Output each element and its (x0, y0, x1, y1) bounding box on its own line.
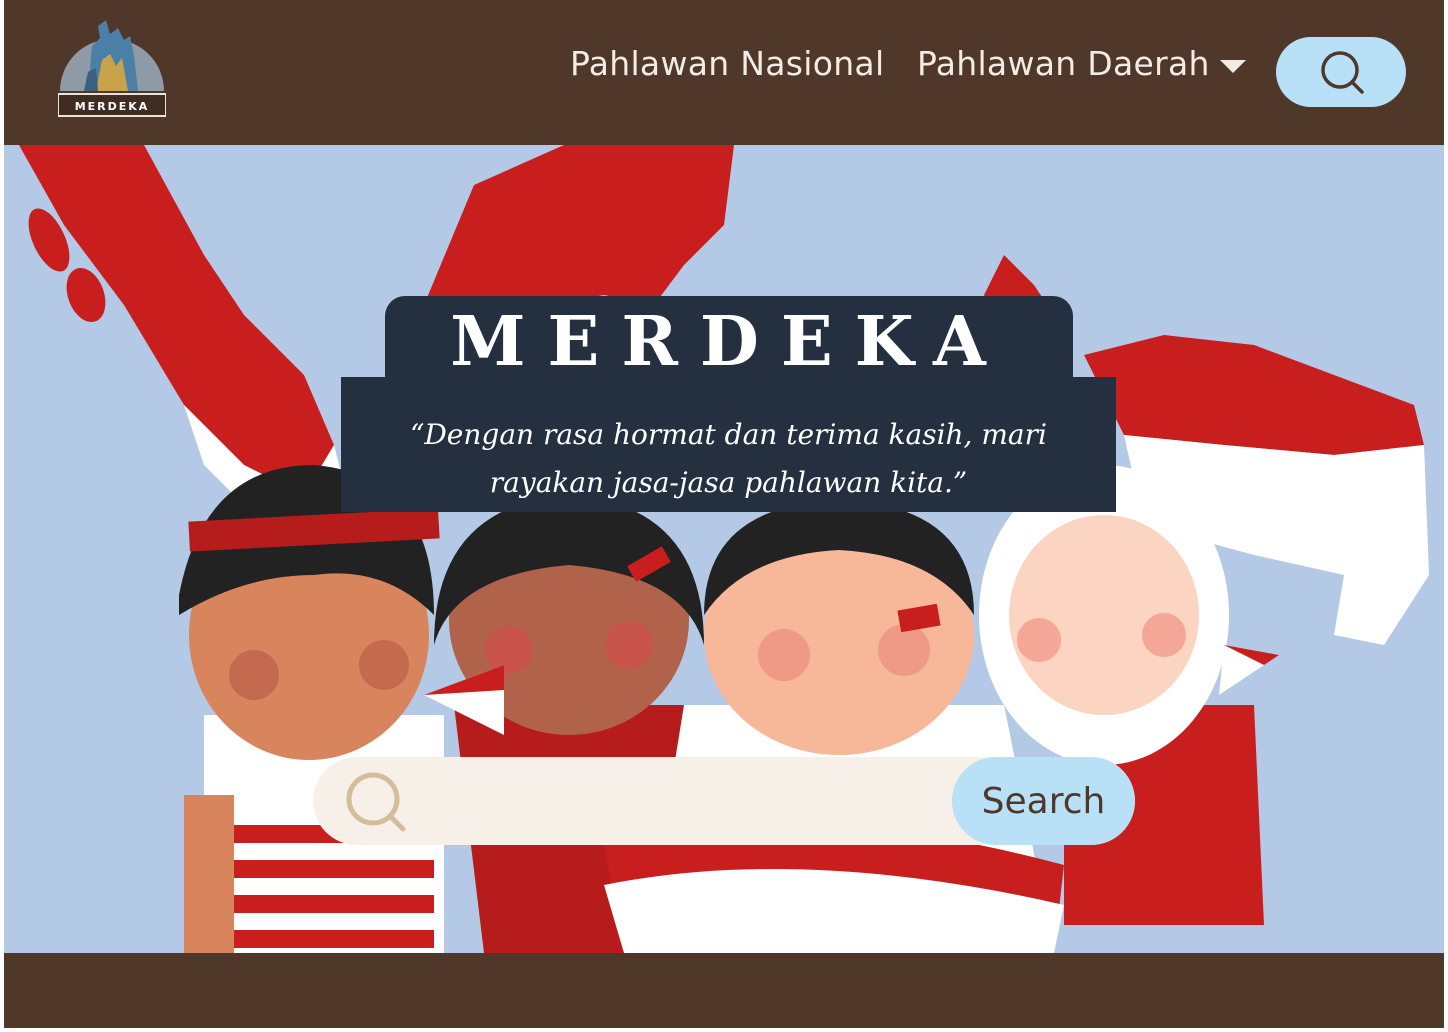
hero-section: MERDEKA “Dengan rasa hormat dan terima k… (4, 145, 1444, 953)
hero-quote-box: “Dengan rasa hormat dan terima kasih, ma… (341, 377, 1116, 512)
nav-search-button[interactable] (1276, 37, 1406, 107)
app-frame: MERDEKA Pahlawan Nasional Pahlawan Daera… (4, 0, 1444, 1028)
search-icon (346, 772, 406, 832)
search-icon (1321, 51, 1364, 94)
logo-text: MERDEKA (75, 100, 150, 113)
footer (4, 953, 1444, 1028)
hero-search-input[interactable] (423, 771, 947, 833)
hero-search-bar: Search (313, 757, 1135, 845)
merdeka-logo[interactable]: MERDEKA (57, 16, 167, 118)
navbar: MERDEKA Pahlawan Nasional Pahlawan Daera… (4, 0, 1444, 145)
caret-down-icon[interactable] (1220, 60, 1246, 73)
hero-title: MERDEKA (450, 302, 1008, 382)
nav-item-pahlawan-nasional[interactable]: Pahlawan Nasional (570, 44, 884, 83)
nav-item-pahlawan-daerah[interactable]: Pahlawan Daerah (917, 44, 1210, 83)
search-button[interactable]: Search (952, 757, 1135, 845)
hero-quote: “Dengan rasa hormat dan terima kasih, ma… (410, 418, 1047, 499)
logo-emblem-icon: MERDEKA (57, 20, 167, 117)
